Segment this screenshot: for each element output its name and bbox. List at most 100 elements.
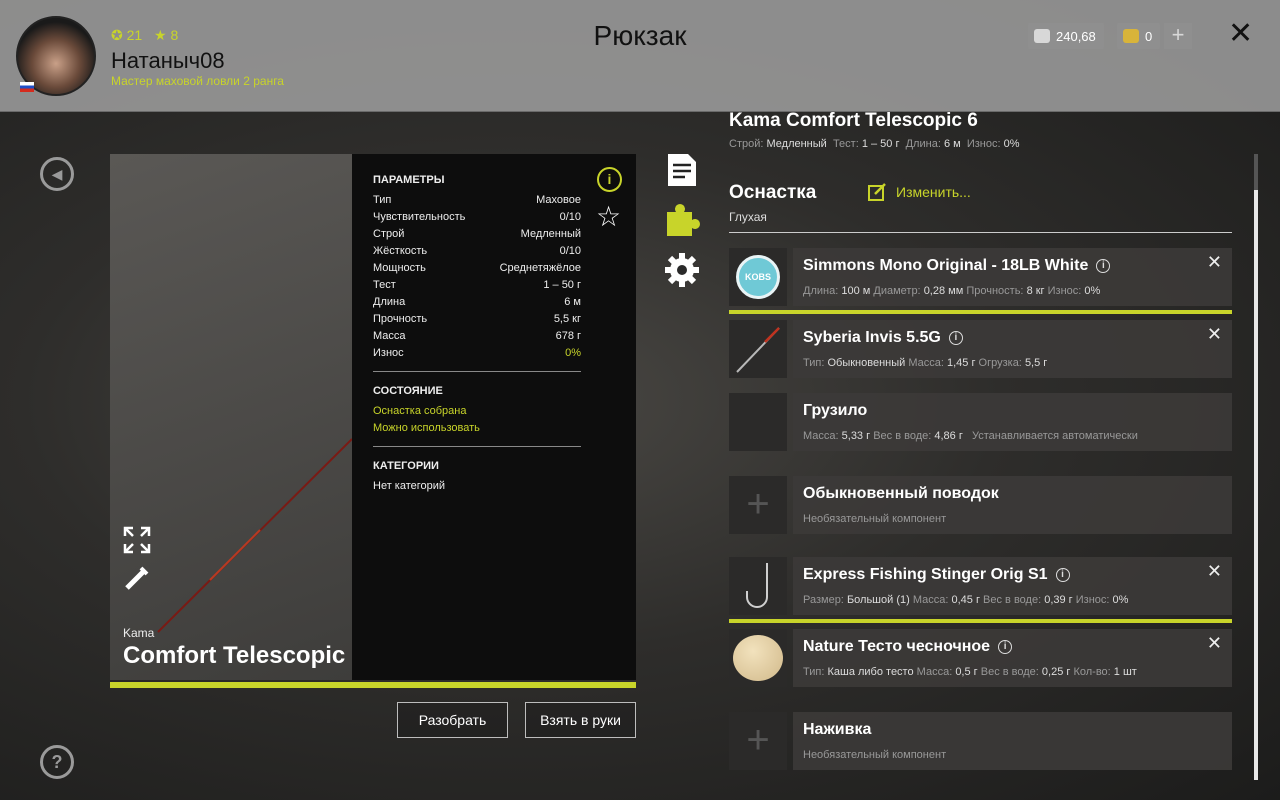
leader-card[interactable]: Обыкновенный поводок Необязательный комп…: [793, 476, 1232, 534]
detail-value: Большой (1): [846, 594, 910, 606]
attractant-card[interactable]: Наживка Необязательный компонент: [793, 712, 1232, 770]
back-arrow-icon: ◀: [51, 166, 63, 182]
attractant-note: Необязательный компонент: [803, 749, 947, 761]
param-row: Чувствительность 0/10: [373, 211, 581, 223]
detail-label: Размер:: [803, 594, 844, 606]
state-heading: СОСТОЯНИЕ: [373, 385, 443, 397]
repair-icon[interactable]: [123, 564, 151, 592]
param-label: Длина: [373, 296, 406, 308]
add-leader-plus-icon[interactable]: +: [729, 476, 787, 534]
help-button[interactable]: ?: [40, 745, 74, 779]
param-row: Прочность 5,5 кг: [373, 313, 581, 325]
info-icon[interactable]: i: [597, 167, 622, 192]
float-card[interactable]: Syberia Invis 5.5G i Тип: Обыкновенный Ма…: [793, 320, 1232, 378]
test-label: Тест:: [832, 138, 859, 150]
edit-rig-button[interactable]: Изменить...: [868, 183, 971, 201]
hook-thumbnail[interactable]: [729, 557, 787, 615]
detail-label: Масса:: [916, 666, 953, 678]
param-label: Масса: [373, 330, 406, 342]
detail-label: Длина:: [803, 285, 839, 297]
detail-value: 0%: [1084, 285, 1101, 297]
buy-currency-button[interactable]: +: [1164, 23, 1192, 49]
param-value: 0%: [565, 347, 581, 359]
float-icon: [736, 327, 780, 373]
line-details: Длина: 100 м Диаметр: 0,28 мм Прочность:…: [803, 285, 1100, 297]
favorite-star-icon[interactable]: ☆: [596, 202, 621, 232]
test-value: 1 – 50 г: [861, 138, 900, 150]
line-spool-icon: KOBS: [736, 255, 780, 299]
gold-amount: 0: [1145, 28, 1153, 44]
remove-hook-close-icon[interactable]: ✕: [1207, 561, 1222, 582]
gold-currency: 0: [1117, 23, 1161, 49]
param-value: 678 г: [555, 330, 581, 342]
detail-label: Износ:: [1047, 285, 1082, 297]
hook-card[interactable]: Express Fishing Stinger Orig S1 i Размер:…: [793, 557, 1232, 615]
detail-value: 5,33 г: [841, 430, 871, 442]
detail-value: 1,45 г: [946, 357, 976, 369]
detail-value: 1 шт: [1113, 666, 1137, 678]
sinker-thumbnail[interactable]: [729, 393, 787, 451]
tab-rig-puzzle-icon[interactable]: [664, 202, 700, 238]
param-value: Медленный: [520, 228, 581, 240]
detail-value: 0,28 мм: [923, 285, 964, 297]
line-card[interactable]: Simmons Mono Original - 18LB White i Длин…: [793, 248, 1232, 306]
param-label: Тест: [373, 279, 396, 291]
silver-amount: 240,68: [1056, 28, 1096, 44]
leader-note: Необязательный компонент: [803, 513, 947, 525]
fullscreen-icon[interactable]: [123, 526, 151, 554]
categories-heading: КАТЕГОРИИ: [373, 460, 439, 472]
take-in-hands-button[interactable]: Взять в руки: [525, 702, 636, 738]
rod-preview: Kama: [110, 154, 352, 680]
detail-label: Тип:: [803, 357, 825, 369]
rod-info-panel: ПАРАМЕТРЫ Тип Маховое Чувствительность 0/10…: [352, 154, 636, 680]
dough-ball-icon: [733, 635, 783, 681]
rod-name-text: Comfort Telescopic: [123, 642, 346, 669]
param-label: Износ: [373, 347, 404, 359]
sinker-card[interactable]: Грузило Масса: 5,33 г Вес в воде: 4,86 г…: [793, 393, 1232, 451]
edit-pencil-icon: [868, 183, 886, 201]
stroi-value: Медленный: [766, 138, 827, 150]
hook-details: Размер: Большой (1) Масса: 0,45 г Вес в …: [803, 594, 1128, 606]
silver-coin-icon: [1034, 29, 1050, 43]
bait-thumbnail[interactable]: [729, 629, 787, 687]
param-value: 0/10: [559, 245, 581, 257]
float-thumbnail[interactable]: [729, 320, 787, 378]
hook-name: Express Fishing Stinger Orig S1 i: [803, 566, 1070, 584]
remove-float-close-icon[interactable]: ✕: [1207, 324, 1222, 345]
param-label: Чувствительность: [373, 211, 466, 223]
param-value: 0/10: [559, 211, 581, 223]
detail-label: Износ:: [1075, 594, 1110, 606]
detail-value: Обыкновенный: [827, 357, 906, 369]
tab-description-document-icon[interactable]: [664, 152, 700, 188]
scrollbar-thumb[interactable]: [1254, 190, 1258, 780]
info-icon[interactable]: i: [1096, 259, 1111, 273]
param-row: Тест 1 – 50 г: [373, 279, 581, 291]
bait-card[interactable]: Nature Тесто чесночное i Тип: Каша либо т…: [793, 629, 1232, 687]
rig-heading: Оснастка: [729, 182, 817, 203]
param-value: 5,5 кг: [553, 313, 581, 325]
disassemble-button[interactable]: Разобрать: [397, 702, 508, 738]
add-attractant-plus-icon[interactable]: +: [729, 712, 787, 770]
param-label: Жёсткость: [373, 245, 428, 257]
remove-bait-close-icon[interactable]: ✕: [1207, 633, 1222, 654]
info-icon[interactable]: i: [948, 331, 963, 345]
info-icon[interactable]: i: [998, 640, 1013, 654]
tab-settings-gear-icon[interactable]: [664, 252, 700, 288]
float-details: Тип: Обыкновенный Масса: 1,45 г Огрузка:…: [803, 357, 1047, 369]
hook-icon: [746, 563, 768, 608]
detail-label: Масса:: [803, 430, 839, 442]
sinker-auto-note: Устанавливается автоматически: [972, 430, 1138, 442]
rod-title: Kama Comfort Telescopic 6: [729, 110, 978, 131]
detail-value: 5,5 г: [1024, 357, 1048, 369]
bait-name-text: Nature Тесто чесночное: [803, 638, 991, 655]
back-button[interactable]: ◀: [40, 157, 74, 191]
silver-currency: 240,68: [1028, 23, 1104, 49]
rig-type: Глухая: [729, 210, 767, 224]
param-label: Тип: [373, 194, 392, 206]
close-button[interactable]: ✕: [1228, 16, 1253, 51]
line-thumbnail[interactable]: KOBS: [729, 248, 787, 306]
info-icon[interactable]: i: [1055, 568, 1070, 582]
remove-line-close-icon[interactable]: ✕: [1207, 252, 1222, 273]
wear-label: Износ:: [966, 138, 1001, 150]
param-row: Тип Маховое: [373, 194, 581, 206]
